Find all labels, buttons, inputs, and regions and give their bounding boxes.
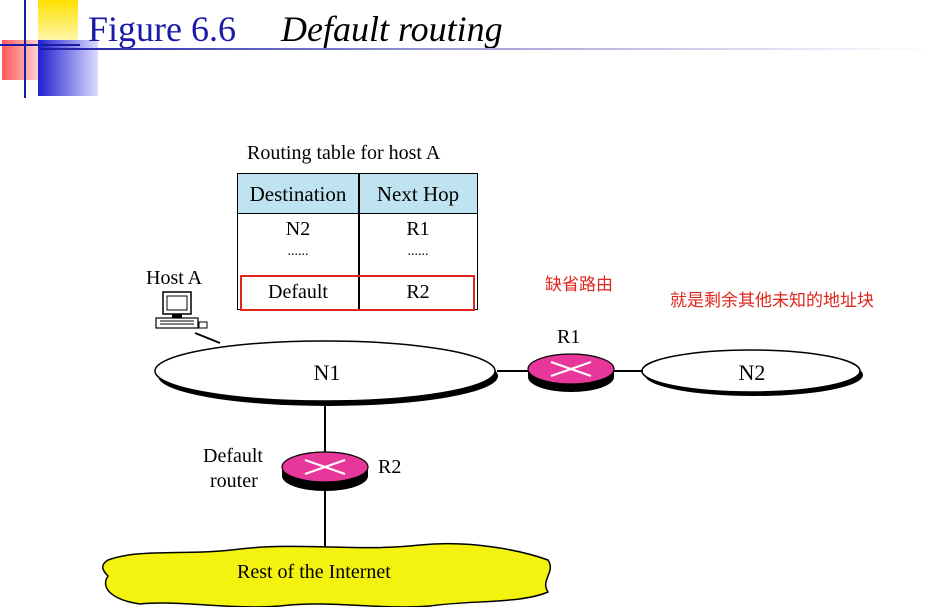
r2-label: R2 [378, 456, 402, 478]
default-route-highlight [240, 275, 475, 311]
default-router-line2: router [210, 470, 258, 492]
n2-label: N2 [738, 360, 766, 385]
column-header-destination: Destination [238, 174, 358, 214]
annotation-default-meaning: 就是剩余其他未知的地址块 [670, 291, 874, 311]
routing-table-caption: Routing table for host A [247, 142, 441, 164]
n1-label: N1 [313, 360, 341, 385]
table-cell: N2 [285, 218, 311, 240]
table-cell: ...... [407, 244, 429, 259]
router-r1-icon [527, 353, 615, 392]
column-header-next-hop: Next Hop [359, 174, 477, 214]
table-cell: ...... [287, 244, 309, 259]
internet-label: Rest of the Internet [237, 561, 391, 583]
host-computer-icon [155, 291, 208, 329]
r1-label: R1 [557, 326, 581, 348]
default-router-line1: Default [203, 445, 263, 467]
router-r2-icon [281, 451, 369, 491]
annotation-default-route: 缺省路由 [545, 275, 613, 295]
link-host-n1 [194, 332, 221, 344]
host-a-label: Host A [146, 267, 203, 289]
table-cell: R1 [406, 218, 430, 240]
